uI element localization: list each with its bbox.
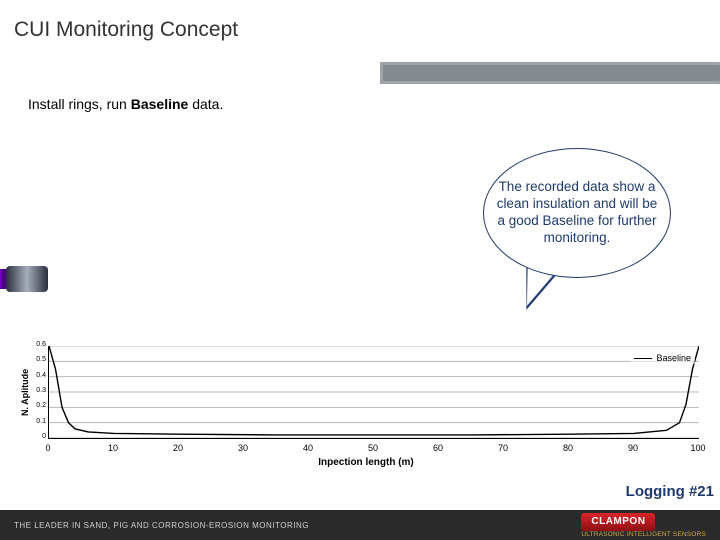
brand-subtitle: ULTRASONIC INTELLIGENT SENSORS [581,531,706,538]
chart-xtick: 60 [433,443,443,453]
chart-xlabel: Inpection length (m) [26,457,706,468]
chart-plot-area: Baseline [48,346,699,439]
instruction-suffix: data. [188,96,223,112]
instruction-prefix: Install rings, run [28,96,131,112]
chart-xtick: 40 [303,443,313,453]
brand-block: CLAMPON ULTRASONIC INTELLIGENT SENSORS [581,513,706,538]
chart-series-baseline [49,346,699,435]
instruction-text: Install rings, run Baseline data. [28,96,223,112]
brand-logo: CLAMPON [581,513,655,531]
chart-ytick: 0.4 [34,372,46,379]
footer-tagline: THE LEADER IN SAND, PIG AND CORROSION-ER… [14,521,309,530]
chart-xtick: 90 [628,443,638,453]
sensor-icon [6,266,48,292]
chart-xtick: 70 [498,443,508,453]
legend-swatch [634,358,652,359]
chart-xtick: 0 [45,443,50,453]
page-title: CUI Monitoring Concept [14,18,238,42]
callout-bubble: The recorded data show a clean insulatio… [483,148,671,278]
chart-ytick: 0.1 [34,418,46,425]
chart-ytick: 0.6 [34,341,46,348]
chart-ytick: 0.5 [34,356,46,363]
callout-text: The recorded data show a clean insulatio… [494,179,660,247]
chart-xtick: 100 [690,443,705,453]
chart-xtick: 30 [238,443,248,453]
baseline-chart: N. Aplitude 00.10.20.30.40.50.6 Baseline… [26,344,706,478]
chart-ytick: 0.3 [34,387,46,394]
chart-xtick: 20 [173,443,183,453]
chart-ytick: 0 [34,433,46,440]
legend-label: Baseline [656,353,691,363]
chart-ylabel: N. Aplitude [20,344,34,440]
footer-bar: THE LEADER IN SAND, PIG AND CORROSION-ER… [0,510,720,540]
chart-legend: Baseline [630,352,695,364]
logging-label: Logging #21 [626,483,714,500]
chart-xtick: 50 [368,443,378,453]
chart-ytick: 0.2 [34,402,46,409]
instruction-bold: Baseline [131,96,189,112]
chart-xtick: 80 [563,443,573,453]
chart-xtick: 10 [108,443,118,453]
